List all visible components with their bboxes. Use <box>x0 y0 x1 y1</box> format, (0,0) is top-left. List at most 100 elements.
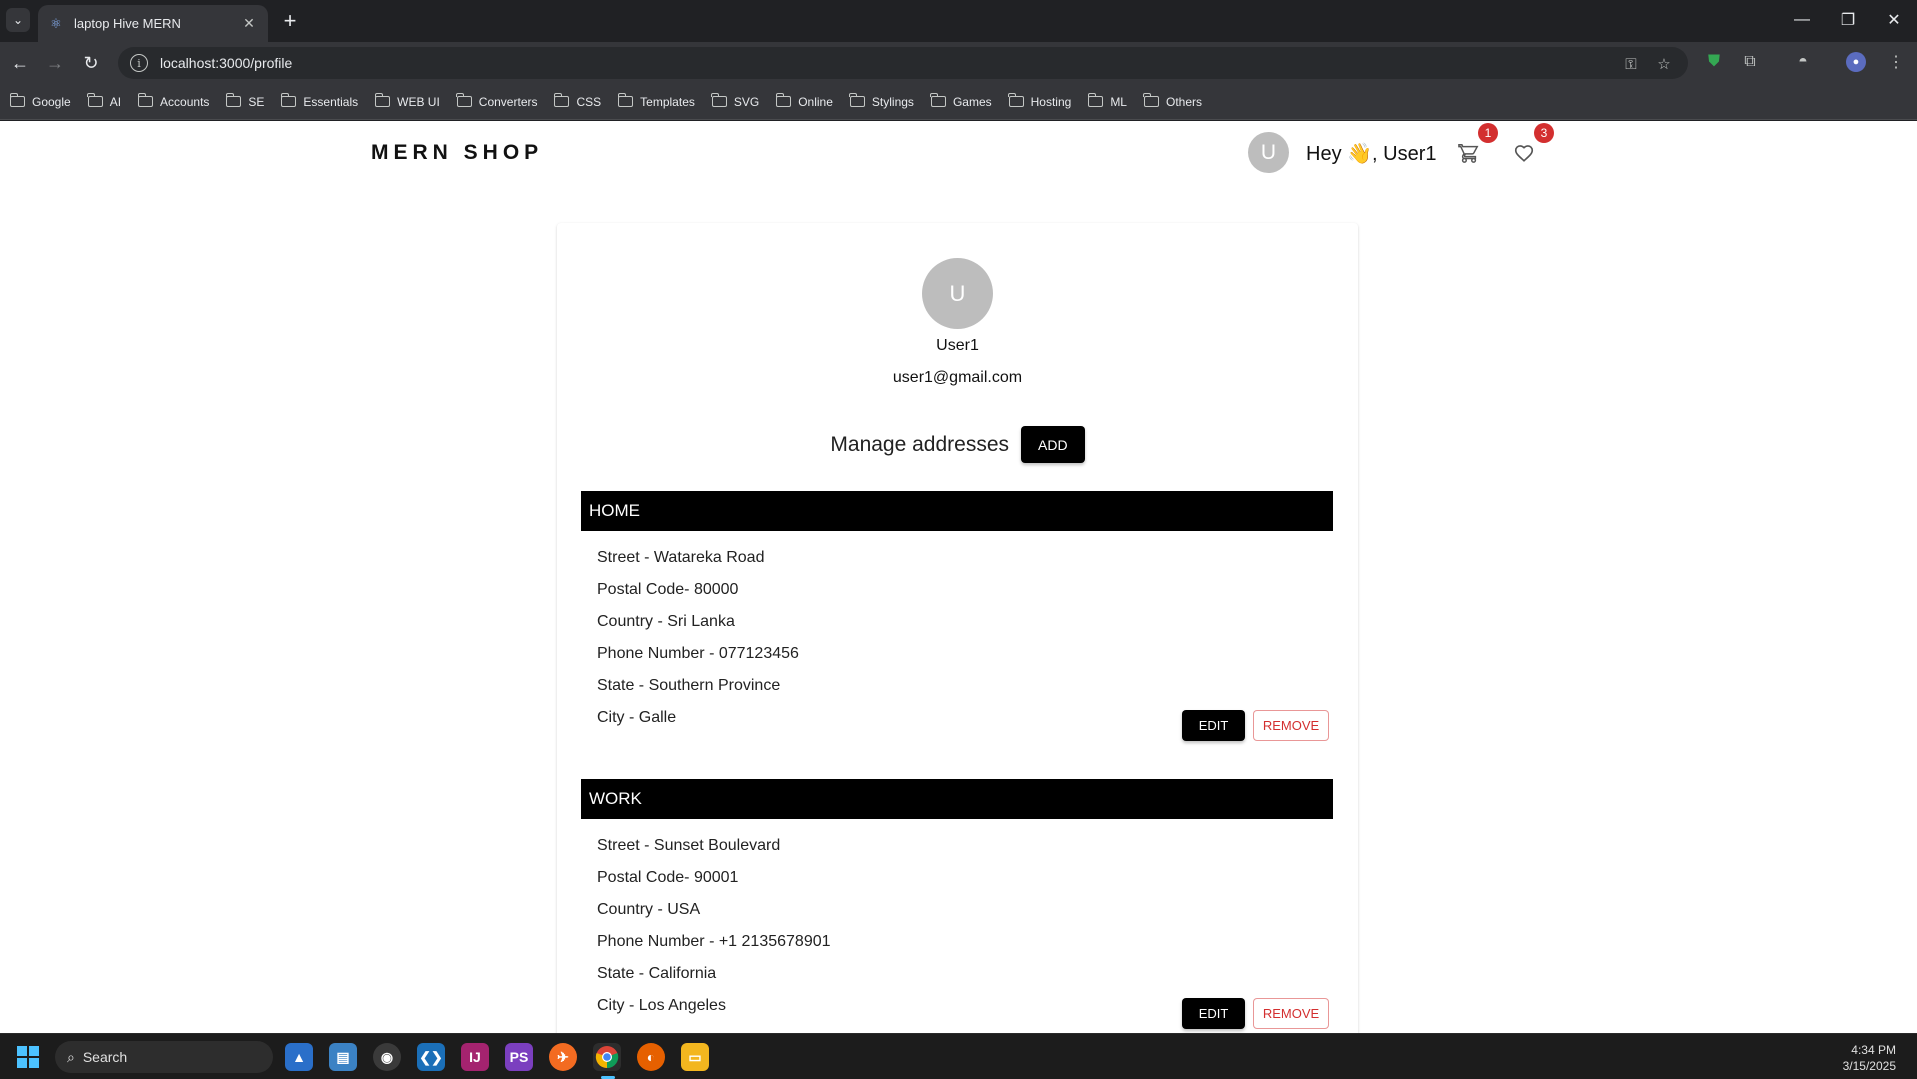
notepad-app-icon[interactable]: ▤ <box>329 1043 357 1071</box>
address-bar-url: localhost:3000/profile <box>160 55 293 71</box>
minimize-icon[interactable]: — <box>1782 6 1822 34</box>
address-postal-code: Postal Code- 80000 <box>597 581 739 598</box>
bookmark-folder[interactable]: Templates <box>617 93 695 109</box>
taskbar-search-label: Search <box>82 1049 128 1065</box>
browser-toolbar: ← → ↻ i localhost:3000/profile ⚿ ☆ <box>0 42 1917 84</box>
search-icon: ⌕ <box>67 1048 75 1065</box>
address-card-home: HOME Street - Watareka Road Postal Code-… <box>581 491 1333 751</box>
profile-avatar: U <box>922 258 993 329</box>
manage-addresses-title: Manage addresses <box>830 432 1010 456</box>
folder-icon <box>849 93 865 107</box>
obs-app-icon[interactable]: ◉ <box>373 1043 401 1071</box>
address-phone: Phone Number - +1 2135678901 <box>597 933 831 950</box>
site-logo[interactable]: MERN SHOP <box>371 141 543 165</box>
phpstorm-app-icon[interactable]: PS <box>505 1043 533 1071</box>
folder-icon <box>553 93 570 107</box>
address-country: Country - Sri Lanka <box>597 613 735 630</box>
profile-avatar-icon[interactable]: ● <box>1846 52 1866 72</box>
postman-app-icon[interactable]: ✈ <box>549 1043 577 1071</box>
bookmark-folder[interactable]: Accounts <box>137 93 209 109</box>
system-clock[interactable]: 4:34 PM 3/15/2025 <box>1843 1042 1896 1074</box>
folder-icon <box>1008 93 1024 107</box>
address-state: State - Southern Province <box>597 677 781 694</box>
address-type-header: WORK <box>581 779 1333 819</box>
cart-count-badge: 1 <box>1478 123 1498 143</box>
incognito-icon[interactable]: ◓ <box>1790 49 1816 75</box>
remove-address-button[interactable]: REMOVE <box>1253 998 1329 1029</box>
chrome-logo-icon <box>595 1046 619 1069</box>
wishlist-button[interactable] <box>1510 139 1538 167</box>
new-tab-plus-icon[interactable]: + <box>278 8 302 33</box>
edit-address-button[interactable]: EDIT <box>1182 998 1245 1029</box>
address-card-work: WORK Street - Sunset Boulevard Postal Co… <box>581 779 1333 1033</box>
address-street: Street - Sunset Boulevard <box>597 837 781 854</box>
bookmark-folder[interactable]: CSS <box>553 93 601 109</box>
folder-icon <box>1087 93 1104 107</box>
react-favicon-icon: ⚛ <box>50 15 62 31</box>
browser-tab-bar: ⌄ ⚛ laptop Hive MERN ✕ + — ❐ ✕ <box>0 0 1917 42</box>
vscode-app-icon[interactable]: ❮❯ <box>417 1043 445 1071</box>
bookmark-folder[interactable]: SVG <box>711 93 759 109</box>
address-country: Country - USA <box>597 901 701 918</box>
shield-extension-icon[interactable]: ⛊ <box>1701 49 1727 75</box>
bookmark-star-icon[interactable]: ☆ <box>1653 53 1675 75</box>
taskbar-search-box[interactable]: ⌕ Search <box>55 1041 273 1073</box>
tab-close-icon[interactable]: ✕ <box>240 15 258 33</box>
remove-address-button[interactable]: REMOVE <box>1253 710 1329 741</box>
edit-address-button[interactable]: EDIT <box>1182 710 1245 741</box>
folder-icon <box>374 93 391 107</box>
folder-icon <box>617 93 634 107</box>
address-phone: Phone Number - 077123456 <box>597 645 799 662</box>
folder-icon <box>930 93 946 107</box>
intellij-app-icon[interactable]: IJ <box>461 1043 489 1071</box>
greeting-text: Hey 👋, User1 <box>1306 143 1437 165</box>
bookmark-folder[interactable]: Google <box>9 93 71 109</box>
address-street: Street - Watareka Road <box>597 549 765 566</box>
reload-icon[interactable]: ↻ <box>77 49 105 77</box>
firefox-app-icon[interactable]: ◐ <box>637 1043 665 1071</box>
add-address-button[interactable]: ADD <box>1021 426 1085 463</box>
bookmark-folder[interactable]: SE <box>225 93 264 109</box>
address-city: City - Los Angeles <box>597 997 726 1014</box>
folder-icon <box>456 93 472 107</box>
clock-time: 4:34 PM <box>1851 1043 1896 1057</box>
heart-icon <box>1514 145 1534 162</box>
bookmark-folder[interactable]: ML <box>1087 93 1127 109</box>
user-avatar[interactable]: U <box>1248 132 1289 173</box>
windows-start-icon[interactable] <box>17 1046 39 1068</box>
bookmark-folder[interactable]: Games <box>930 93 992 109</box>
password-key-icon[interactable]: ⚿ <box>1620 53 1642 75</box>
window-close-icon[interactable]: ✕ <box>1874 6 1914 34</box>
folder-icon <box>225 93 242 107</box>
bookmark-folder[interactable]: Hosting <box>1008 93 1071 109</box>
tab-search-chevron-icon[interactable]: ⌄ <box>6 8 30 32</box>
address-state: State - California <box>597 965 717 982</box>
browser-tab-active[interactable]: ⚛ laptop Hive MERN ✕ <box>38 5 268 42</box>
profile-email: user1@gmail.com <box>892 369 1023 386</box>
restore-icon[interactable]: ❐ <box>1828 6 1868 34</box>
address-postal-code: Postal Code- 90001 <box>597 869 739 886</box>
bookmark-folder[interactable]: Stylings <box>849 93 914 109</box>
page-viewport: MERN SHOP U Hey 👋, User1 1 3 U User1 use… <box>0 121 1917 1033</box>
chrome-app-icon[interactable] <box>593 1043 621 1071</box>
bookmark-folder[interactable]: AI <box>87 93 121 109</box>
profile-card: U User1 user1@gmail.com Manage addresses… <box>557 223 1358 1033</box>
address-actions: EDIT REMOVE <box>1182 710 1329 741</box>
site-info-icon[interactable]: i <box>130 54 148 72</box>
bookmark-folder[interactable]: Converters <box>456 93 537 109</box>
address-type-header: HOME <box>581 491 1333 531</box>
profile-username: User1 <box>936 337 979 354</box>
back-arrow-icon[interactable]: ← <box>6 49 34 77</box>
bookmark-folder[interactable]: WEB UI <box>374 93 440 109</box>
forward-arrow-icon[interactable]: → <box>41 49 69 77</box>
bookmark-folder[interactable]: Essentials <box>280 93 358 109</box>
chrome-menu-icon[interactable]: ⋮ <box>1883 49 1909 75</box>
folder-icon <box>9 93 25 107</box>
cart-button[interactable] <box>1455 139 1483 167</box>
address-bar[interactable]: i localhost:3000/profile ⚿ ☆ <box>118 47 1688 79</box>
file-explorer-app-icon[interactable]: ▭ <box>681 1043 709 1071</box>
extensions-puzzle-icon[interactable]: ⧉ <box>1737 49 1763 75</box>
bookmark-folder[interactable]: Online <box>775 93 833 109</box>
bookmark-folder[interactable]: Others <box>1143 93 1202 109</box>
photos-app-icon[interactable]: ▲ <box>285 1043 313 1071</box>
